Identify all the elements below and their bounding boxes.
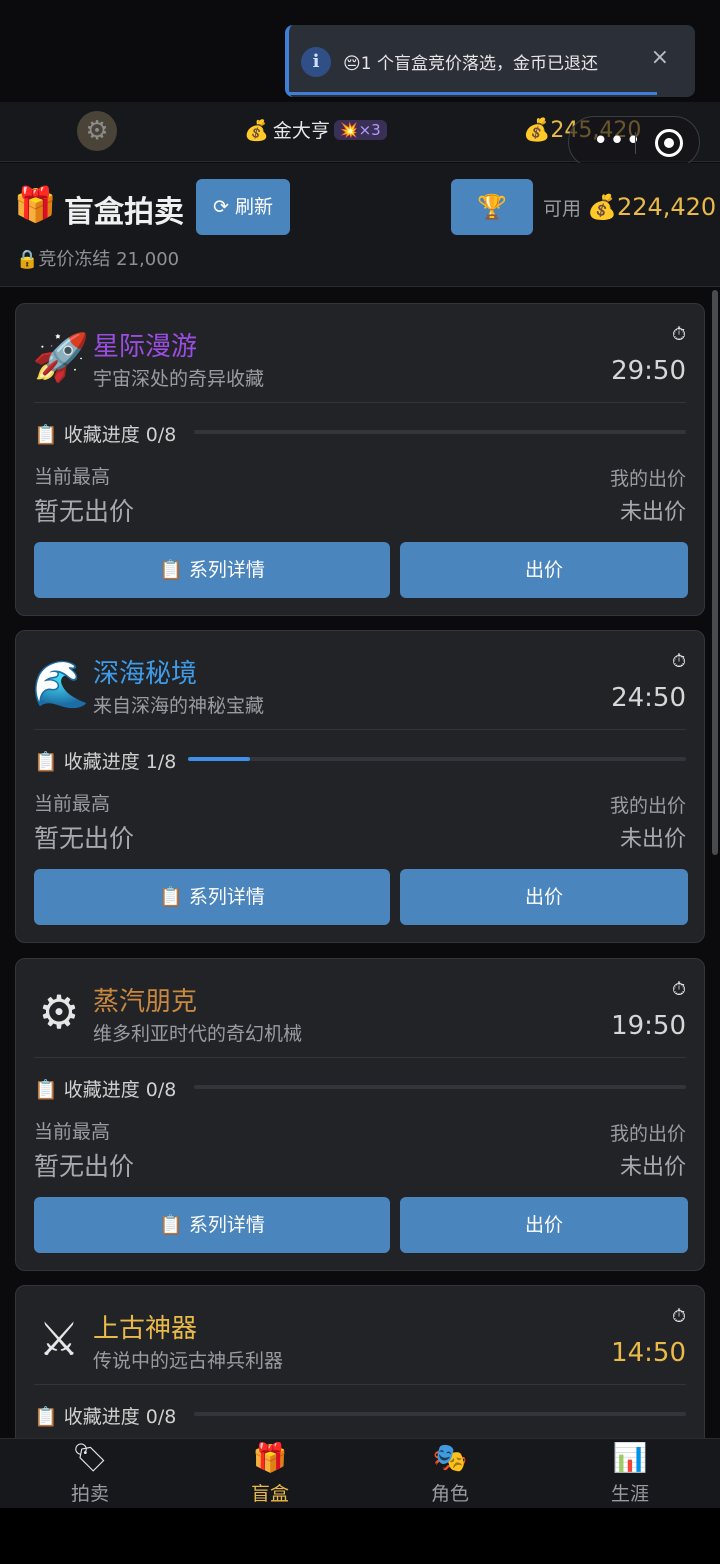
series-detail-button[interactable]: 📋 系列详情: [34, 1197, 390, 1253]
toast-progress-bar: [289, 92, 657, 95]
series-description: 宇宙深处的奇异收藏: [93, 368, 265, 390]
countdown-time: 24:50: [611, 683, 686, 713]
current-high-label: 当前最高: [34, 466, 111, 488]
nav-character[interactable]: 🎭 角色: [360, 1439, 540, 1509]
username: 金大亨: [272, 120, 330, 142]
timer-icon: ⏱: [671, 979, 686, 1000]
nav-auction[interactable]: 🏷 拍卖: [0, 1439, 180, 1509]
series-description: 维多利亚时代的奇幻机械: [93, 1023, 303, 1045]
countdown-time: 14:50: [611, 1338, 686, 1368]
available-amount: 💰224,420: [587, 193, 717, 221]
series-name: 上古神器: [93, 1314, 198, 1344]
combo-badge: 💥×3: [333, 120, 387, 140]
blindbox-card: ⚙ 蒸汽朋克 维多利亚时代的奇幻机械 ⏱ 19:50 📋 收藏进度 0/8 当前…: [15, 958, 705, 1271]
series-description: 传说中的远古神兵利器: [93, 1350, 284, 1372]
user-info: 💰 金大亨 💥×3: [244, 116, 387, 143]
swords-icon: ⚔: [38, 1312, 80, 1366]
current-high-label: 当前最高: [34, 793, 111, 815]
gift-icon: 🎁: [14, 185, 57, 225]
my-bid-label: 我的出价: [609, 795, 686, 817]
collection-progress-label: 📋 收藏进度 0/8: [34, 1406, 177, 1428]
chart-icon: 📊: [612, 1441, 648, 1474]
page-title: 盲盒拍卖: [64, 195, 184, 230]
series-name: 星际漫游: [93, 332, 198, 362]
nav-label: 盲盒: [250, 1483, 289, 1505]
current-high-label: 当前最高: [34, 1121, 111, 1143]
my-bid-label: 我的出价: [609, 468, 686, 490]
bid-button[interactable]: 出价: [400, 869, 688, 925]
frozen-bid-amount: 🔒竞价冻结 21,000: [16, 249, 180, 270]
bottom-nav: 🏷 拍卖 🎁 盲盒 🎭 角色 📊 生涯: [0, 1438, 720, 1508]
nav-label: 角色: [430, 1483, 469, 1505]
collection-progress-label: 📋 收藏进度 0/8: [34, 1079, 177, 1101]
settings-gear-icon[interactable]: ⚙: [77, 111, 117, 151]
top-status-bar: ⚙ 💰金大亨💥×3 💰245,420 •••: [0, 102, 720, 168]
my-bid-value: 未出价: [619, 1155, 686, 1180]
toast-notification: i 😔1 个盲盒竞价落选，金币已退还 ×: [285, 25, 695, 97]
current-high-value: 暂无出价: [34, 497, 135, 526]
gear-icon: ⚙: [38, 985, 80, 1039]
nav-label: 拍卖: [70, 1483, 109, 1505]
card-divider: [34, 402, 686, 403]
wave-icon: 🌊: [32, 657, 90, 711]
series-name: 深海秘境: [93, 659, 198, 689]
collection-progress-bar: [194, 430, 686, 434]
collection-progress-label: 📋 收藏进度 0/8: [34, 424, 177, 446]
collection-progress-bar: [194, 1085, 686, 1089]
close-miniprogram-icon[interactable]: [655, 129, 683, 157]
available-balance: 可用 💰224,420: [543, 193, 716, 221]
timer-icon: ⏱: [671, 651, 686, 672]
close-icon[interactable]: ×: [651, 45, 669, 70]
trophy-icon: 🏆: [477, 193, 507, 221]
countdown-time: 29:50: [611, 356, 686, 386]
rocket-icon: 🚀: [32, 330, 90, 384]
my-bid-label: 我的出价: [609, 1123, 686, 1145]
trophy-button[interactable]: 🏆: [451, 179, 533, 235]
card-divider: [34, 1384, 686, 1385]
gift-icon: 🎁: [252, 1441, 288, 1474]
page-header: 🎁 盲盒拍卖 ⟳ 刷新 🏆 可用 💰224,420 🔒竞价冻结 21,000: [0, 163, 720, 287]
series-detail-button[interactable]: 📋 系列详情: [34, 869, 390, 925]
nav-blindbox[interactable]: 🎁 盲盒: [180, 1439, 360, 1509]
my-bid-value: 未出价: [619, 827, 686, 852]
collection-progress-label: 📋 收藏进度 1/8: [34, 751, 177, 773]
user-avatar-icon: 💰: [244, 118, 269, 142]
card-divider: [34, 729, 686, 730]
masks-icon: 🎭: [432, 1441, 468, 1474]
bid-button[interactable]: 出价: [400, 1197, 688, 1253]
mini-program-capsule: •••: [568, 116, 700, 168]
timer-icon: ⏱: [671, 324, 686, 345]
bid-button[interactable]: 出价: [400, 542, 688, 598]
tag-icon: 🏷: [72, 1441, 108, 1474]
countdown-time: 19:50: [611, 1011, 686, 1041]
refresh-button[interactable]: ⟳ 刷新: [196, 179, 290, 235]
progress-fill: [188, 757, 251, 761]
blindbox-list[interactable]: 🚀 星际漫游 宇宙深处的奇异收藏 ⏱ 29:50 📋 收藏进度 0/8 当前最高…: [0, 288, 720, 1438]
capsule-divider: [635, 132, 636, 154]
series-description: 来自深海的神秘宝藏: [93, 695, 265, 717]
collection-progress-bar: [188, 757, 686, 761]
blindbox-card: 🌊 深海秘境 来自深海的神秘宝藏 ⏱ 24:50 📋 收藏进度 1/8 当前最高…: [15, 630, 705, 943]
my-bid-value: 未出价: [619, 500, 686, 525]
collection-progress-bar: [194, 1412, 686, 1416]
available-label: 可用: [543, 198, 582, 220]
current-high-value: 暂无出价: [34, 1152, 135, 1181]
info-icon: i: [301, 47, 331, 77]
card-divider: [34, 1057, 686, 1058]
nav-label: 生涯: [610, 1483, 649, 1505]
series-name: 蒸汽朋克: [93, 987, 198, 1017]
timer-icon: ⏱: [671, 1306, 686, 1327]
toast-message: 😔1 个盲盒竞价落选，金币已退还: [343, 54, 598, 74]
blindbox-card: ⚔ 上古神器 传说中的远古神兵利器 ⏱ 14:50 📋 收藏进度 0/8 当前最…: [15, 1285, 705, 1438]
series-detail-button[interactable]: 📋 系列详情: [34, 542, 390, 598]
scrollbar[interactable]: [712, 290, 718, 855]
nav-career[interactable]: 📊 生涯: [540, 1439, 720, 1509]
blindbox-card: 🚀 星际漫游 宇宙深处的奇异收藏 ⏱ 29:50 📋 收藏进度 0/8 当前最高…: [15, 303, 705, 616]
current-high-value: 暂无出价: [34, 824, 135, 853]
system-bottom-area: [0, 1508, 720, 1564]
